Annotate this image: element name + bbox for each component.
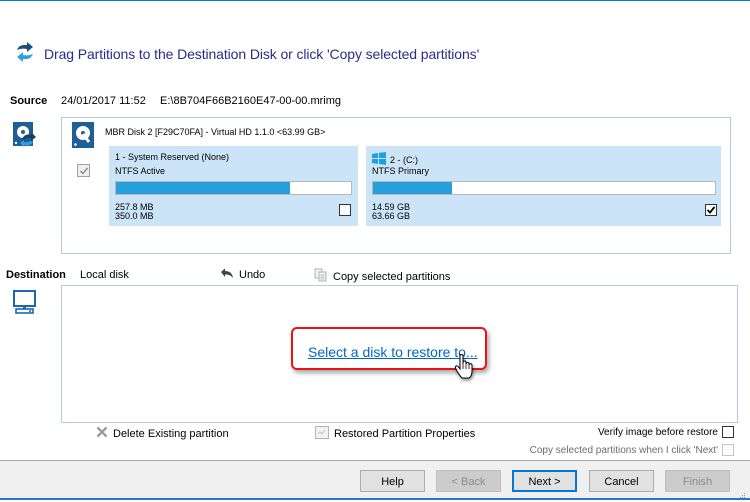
partition-name: 2 - (C:) [390, 154, 418, 165]
partition-card[interactable]: 1 - System Reserved (None) NTFS Active 2… [109, 146, 358, 226]
next-button[interactable]: Next > [512, 470, 577, 492]
partition-name-row: 2 - (C:) [372, 152, 418, 167]
help-button[interactable]: Help [360, 470, 425, 492]
source-date: 24/01/2017 11:52 [61, 95, 146, 107]
undo-label: Undo [239, 269, 266, 281]
copy-icon [314, 268, 328, 285]
source-disk-panel: MBR Disk 2 [F29C70FA] - Virtual HD 1.1.0… [61, 117, 731, 254]
destination-disk-panel: Select a disk to restore to... [61, 285, 738, 423]
hard-disk-icon [72, 122, 94, 151]
source-path: E:\8B704F66B2160E47-00-00.mrimg [160, 95, 341, 107]
partition-usage-bar [372, 181, 716, 195]
undo-icon [220, 268, 234, 282]
back-button: < Back [436, 470, 501, 492]
resize-grip-icon[interactable] [740, 490, 746, 498]
copy-on-next-option: Copy selected partitions when I click 'N… [530, 444, 734, 456]
finish-button: Finish [665, 470, 730, 492]
image-file-icon [13, 122, 37, 151]
undo-button[interactable]: Undo [220, 268, 265, 282]
partition-checkbox[interactable] [339, 204, 351, 216]
copy-selected-partitions-button[interactable]: Copy selected partitions [314, 268, 450, 285]
partition-total-size: 350.0 MB [115, 211, 154, 221]
destination-type: Local disk [80, 269, 129, 281]
partition-filesystem: NTFS Primary [372, 166, 429, 176]
delete-existing-label: Delete Existing partition [113, 427, 229, 440]
copy-selected-label: Copy selected partitions [333, 270, 451, 283]
partition-usage-fill [116, 182, 290, 194]
disk-select-checkbox[interactable] [77, 164, 90, 177]
restored-properties-label: Restored Partition Properties [334, 428, 476, 440]
swap-arrows-icon [14, 41, 36, 66]
disk-title: MBR Disk 2 [F29C70FA] - Virtual HD 1.1.0… [105, 127, 326, 137]
hand-cursor-icon [454, 353, 476, 383]
copy-on-next-label: Copy selected partitions when I click 'N… [529, 444, 718, 456]
restored-partition-properties-button[interactable]: Restored Partition Properties [315, 426, 475, 442]
destination-label: Destination [6, 269, 66, 281]
properties-icon [315, 426, 329, 442]
select-disk-link[interactable]: Select a disk to restore to... [308, 344, 478, 360]
partition-total-size: 63.66 GB [372, 211, 411, 221]
windows-logo-icon [372, 152, 386, 167]
cancel-button[interactable]: Cancel [589, 470, 654, 492]
copy-on-next-checkbox [722, 444, 734, 456]
partition-name: 1 - System Reserved (None) [115, 152, 230, 162]
computer-icon [12, 290, 38, 319]
verify-image-checkbox[interactable] [722, 426, 734, 438]
page-header: Drag Partitions to the Destination Disk … [14, 41, 479, 66]
partition-filesystem: NTFS Active [115, 166, 166, 176]
page-title: Drag Partitions to the Destination Disk … [44, 45, 480, 62]
verify-image-option[interactable]: Verify image before restore [598, 426, 734, 438]
wizard-footer: Help < Back Next > Cancel Finish [0, 460, 750, 500]
delete-existing-partition-button[interactable]: Delete Existing partition [96, 426, 229, 441]
source-label: Source [10, 95, 48, 107]
window-top-border [0, 0, 750, 1]
partition-card[interactable]: 2 - (C:) NTFS Primary 14.59 GB 63.66 GB [366, 146, 721, 226]
partition-usage-fill [373, 182, 452, 194]
verify-image-label: Verify image before restore [597, 426, 718, 438]
delete-x-icon [96, 426, 108, 441]
partition-checkbox[interactable] [705, 204, 717, 216]
partition-usage-bar [115, 181, 352, 195]
